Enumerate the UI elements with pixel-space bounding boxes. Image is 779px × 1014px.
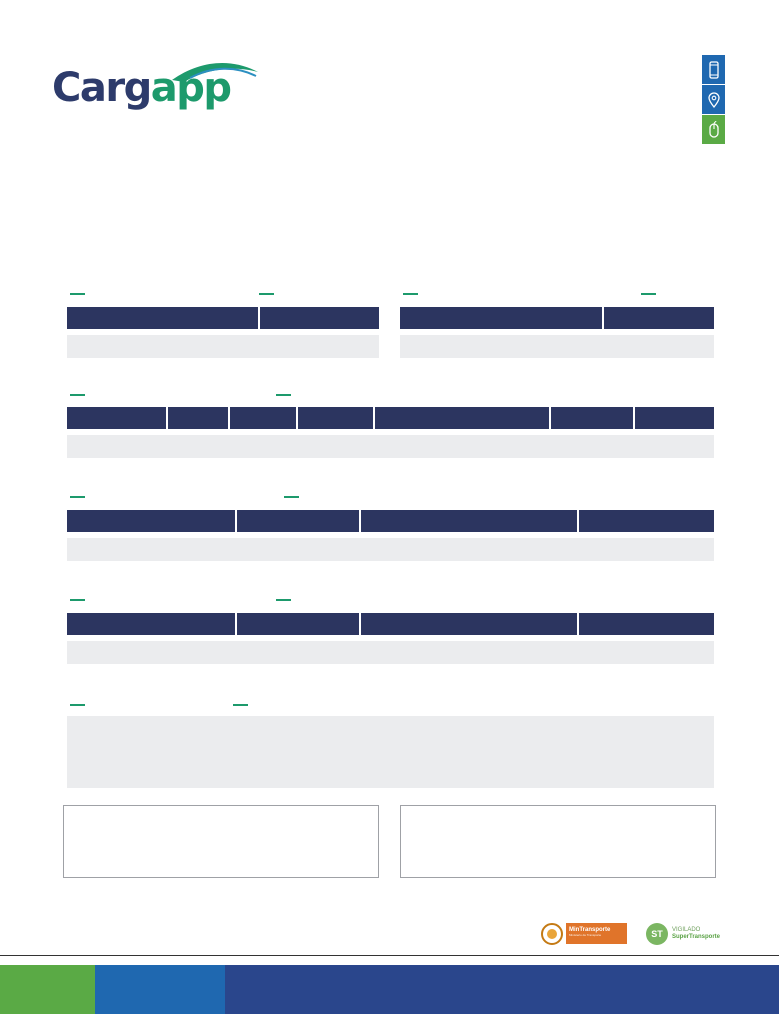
header-cell (260, 307, 379, 329)
header-cell (67, 307, 260, 329)
table-header (67, 407, 714, 429)
section-marker (70, 599, 85, 601)
header-cell (230, 407, 298, 429)
mouse-icon (702, 115, 725, 144)
logo-wordmark: Cargapp (52, 65, 232, 111)
footer-bar-green (0, 965, 95, 1014)
table-header (67, 307, 379, 329)
table-row (67, 641, 714, 664)
header-cell (400, 307, 604, 329)
table-row (67, 538, 714, 561)
header-cell (237, 510, 361, 532)
mintransporte-logo: MinTransporte Ministerio de Transporte (541, 922, 627, 945)
supertransporte-logo: ST VIGILADO SuperTransporte (646, 922, 726, 946)
mobile-phone-icon (702, 55, 725, 84)
header-cell (67, 407, 168, 429)
mintransporte-label: MinTransporte Ministerio de Transporte (566, 923, 627, 944)
signature-box-left (63, 805, 379, 878)
section-marker (233, 704, 248, 706)
header-cell (67, 510, 237, 532)
footer-bar-blue (95, 965, 225, 1014)
logo-wordmark-part2: app (150, 65, 232, 111)
header-cell (635, 407, 714, 429)
footer-divider (0, 955, 779, 956)
table-row (67, 335, 379, 358)
header-cell (579, 510, 714, 532)
logo-wordmark-part1: Carg (52, 65, 152, 111)
header-cell (604, 307, 714, 329)
footer-bar-navy (225, 965, 779, 1014)
section-marker (284, 496, 299, 498)
section-marker (70, 394, 85, 396)
header-cell (168, 407, 230, 429)
contact-icons (702, 55, 725, 145)
vigilado-text: VIGILADO (672, 927, 701, 934)
notes-area (67, 716, 714, 788)
location-pin-icon (702, 85, 725, 114)
mintransporte-subtext: Ministerio de Transporte (569, 932, 602, 937)
header-cell (361, 613, 579, 635)
header-cell (375, 407, 551, 429)
section-marker (403, 293, 418, 295)
section-marker (70, 704, 85, 706)
section-marker (276, 394, 291, 396)
section-marker (70, 496, 85, 498)
section-marker (641, 293, 656, 295)
header-cell (298, 407, 375, 429)
section-marker (276, 599, 291, 601)
section-marker (70, 293, 85, 295)
supertransporte-label: VIGILADO SuperTransporte (672, 927, 720, 941)
header-cell (361, 510, 579, 532)
header-cell (67, 613, 237, 635)
signature-box-right (400, 805, 716, 878)
header-cell (237, 613, 361, 635)
header-cell (579, 613, 714, 635)
coat-of-arms-icon (541, 922, 563, 945)
cargapp-logo: Cargapp (52, 58, 258, 120)
table-row (400, 335, 714, 358)
table-header (67, 613, 714, 635)
supertransporte-seal-icon: ST (646, 923, 668, 945)
table-row (67, 435, 714, 458)
table-header (67, 510, 714, 532)
section-marker (259, 293, 274, 295)
footer-color-bar (0, 965, 779, 1014)
header-cell (551, 407, 635, 429)
table-header (400, 307, 714, 329)
supertransporte-text: SuperTransporte (672, 934, 721, 940)
